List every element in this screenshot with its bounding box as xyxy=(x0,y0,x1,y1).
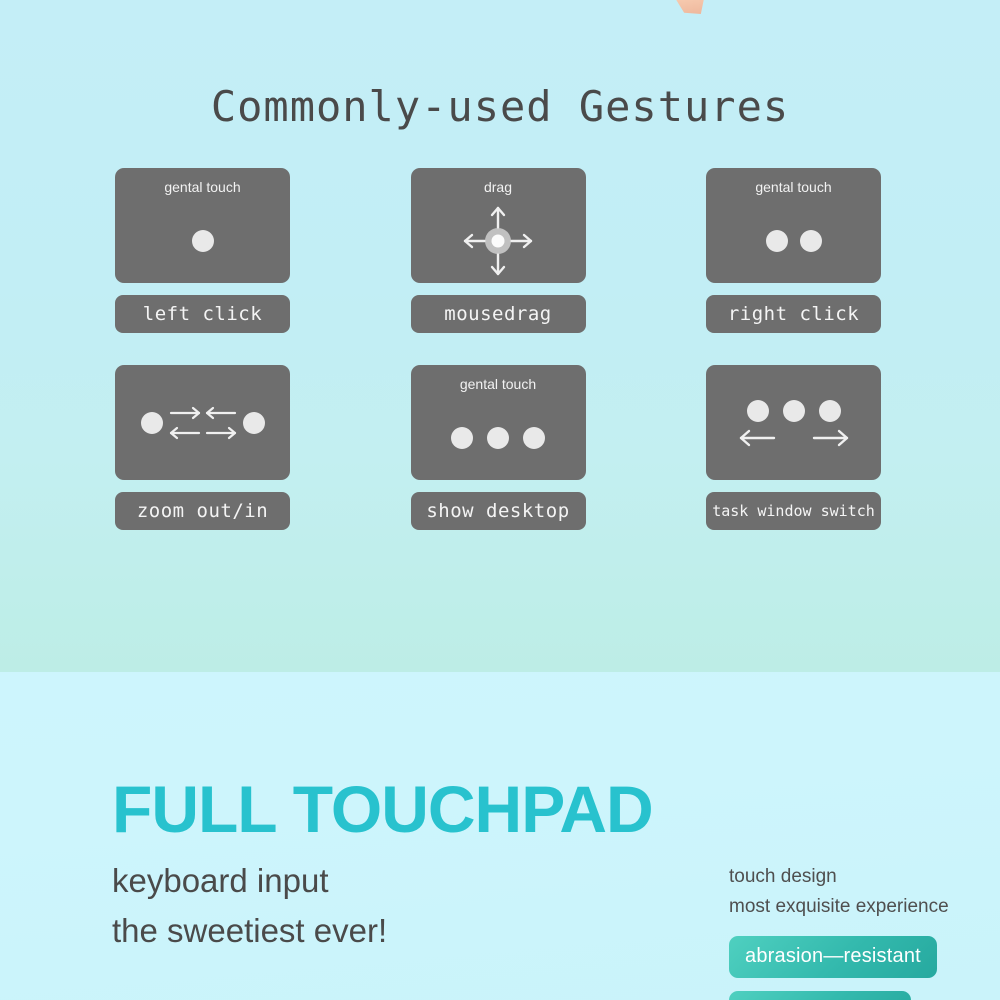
gesture-card-mousedrag: drag xyxy=(410,168,586,283)
gesture-card-show-desktop: gental touch xyxy=(410,365,586,480)
touch-dot-icon xyxy=(523,426,545,449)
promo-heading: FULL TOUCHPAD xyxy=(112,772,654,846)
touch-dot-icon xyxy=(451,426,473,449)
gesture-card-task-switch xyxy=(706,365,881,480)
gesture-label-task-switch[interactable]: task window switch xyxy=(706,492,881,530)
touch-dot-icon xyxy=(242,411,265,434)
page-root: Commonly-used Gestures gental touch left… xyxy=(0,0,1000,1000)
gesture-item-mousedrag[interactable]: drag mousedrag xyxy=(410,168,586,333)
drag-arrows-icon xyxy=(463,206,533,275)
touch-dot-icon xyxy=(746,400,769,422)
swipe-arrows-icon xyxy=(738,429,850,447)
three-finger-swipe-icon xyxy=(706,365,881,480)
one-finger-tap-icon xyxy=(115,198,290,283)
two-finger-tap-icon xyxy=(706,198,881,283)
promo-section: FULL TOUCHPAD keyboard input the sweetie… xyxy=(0,672,1000,1000)
gesture-grid: gental touch left click drag mousedrag g… xyxy=(115,168,881,530)
feature-badge-abrasion-resistant[interactable]: abrasion—resistant xyxy=(729,936,937,978)
pinch-zoom-icon xyxy=(115,365,290,480)
touch-dot-icon xyxy=(799,229,822,252)
gesture-item-show-desktop[interactable]: gental touch show desktop xyxy=(410,365,586,530)
gesture-card-left-click: gental touch xyxy=(115,168,290,283)
touch-dot-icon xyxy=(818,400,841,422)
gesture-card-right-click: gental touch xyxy=(706,168,881,283)
gesture-caption: gental touch xyxy=(459,376,537,392)
gesture-item-right-click[interactable]: gental touch right click xyxy=(706,168,881,333)
gesture-item-task-switch[interactable]: task window switch xyxy=(706,365,881,530)
gestures-section: Commonly-used Gestures gental touch left… xyxy=(0,0,1000,672)
zoom-in-arrows-icon xyxy=(169,426,236,439)
gesture-label-show-desktop[interactable]: show desktop xyxy=(410,492,586,530)
promo-subheading-line-1: keyboard input xyxy=(112,862,329,899)
promo-subheading-line-2: the sweetiest ever! xyxy=(112,912,388,949)
gesture-caption: gental touch xyxy=(164,179,241,195)
touch-dot-icon xyxy=(191,229,214,252)
gesture-item-zoom[interactable]: zoom out/in xyxy=(115,365,290,530)
drag-center-dot-icon xyxy=(491,234,505,247)
finger-tip-decoration xyxy=(666,0,707,14)
four-way-drag-icon xyxy=(411,198,586,283)
arrow-right-icon xyxy=(812,429,848,447)
touch-dot-icon xyxy=(782,400,805,422)
promo-feature-column: touch design most exquisite experience a… xyxy=(729,862,991,1000)
gesture-card-zoom xyxy=(115,365,290,480)
gesture-caption: drag xyxy=(483,179,513,195)
arrow-left-icon xyxy=(739,429,775,447)
feature-text-line-1: touch design xyxy=(729,866,837,887)
pinch-arrows-icon xyxy=(169,404,237,442)
gesture-caption: gental touch xyxy=(755,179,832,195)
touch-dot-icon xyxy=(140,411,163,434)
touch-dot-icon xyxy=(765,229,788,252)
gesture-item-left-click[interactable]: gental touch left click xyxy=(115,168,290,333)
gesture-label-zoom[interactable]: zoom out/in xyxy=(115,492,290,530)
touch-dot-icon xyxy=(487,426,509,449)
three-finger-tap-icon xyxy=(411,395,586,480)
gesture-label-left-click[interactable]: left click xyxy=(115,295,290,333)
page-title: Commonly-used Gestures xyxy=(210,82,790,131)
gesture-label-mousedrag[interactable]: mousedrag xyxy=(410,295,586,333)
feature-text-line-2: most exquisite experience xyxy=(729,896,949,917)
gesture-label-right-click[interactable]: right click xyxy=(706,295,881,333)
feature-badge-secondary[interactable] xyxy=(729,991,911,1000)
zoom-out-arrows-icon xyxy=(169,406,236,419)
